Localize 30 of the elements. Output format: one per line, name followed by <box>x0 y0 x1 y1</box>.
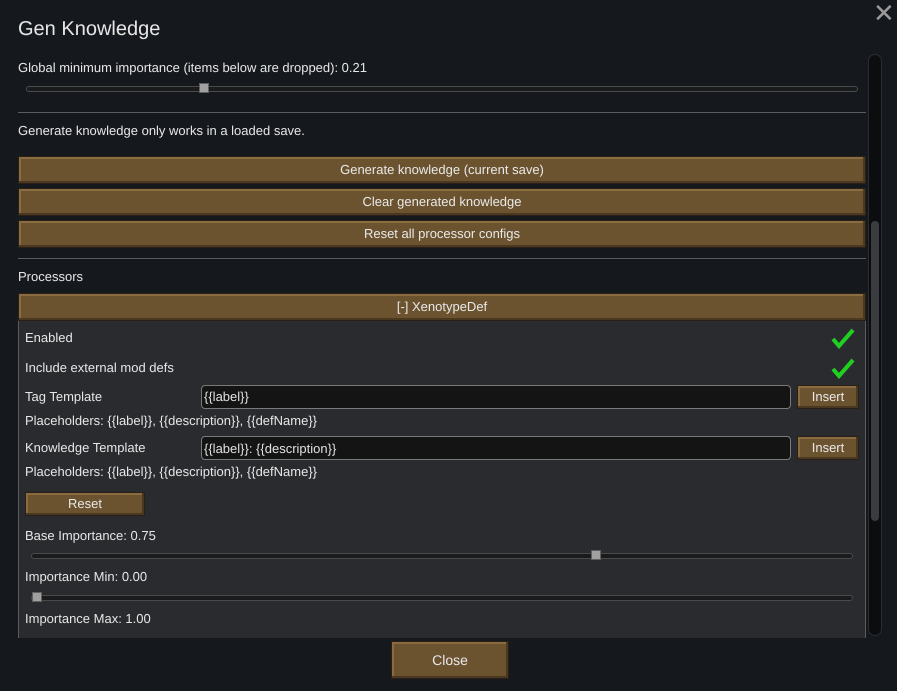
placeholder-hint: Placeholders: {{label}}, {{description}}, {{defName}} <box>25 463 318 481</box>
slider-label: Base Importance: 0.75 <box>25 526 157 545</box>
slider-label: Importance Min: 0.00 <box>25 568 148 586</box>
window-title: Gen Knowledge <box>18 17 160 42</box>
insert-button[interactable]: Insert <box>797 384 859 408</box>
placeholder-hint: Placeholders: {{label}}, {{description}}, {{defName}} <box>25 412 318 430</box>
slider-thumb[interactable] <box>32 592 42 602</box>
processor-header[interactable]: [-] XenotypeDef <box>18 292 866 320</box>
checkmark-icon[interactable] <box>831 356 855 378</box>
action-button[interactable]: Reset all processor configs <box>18 220 866 248</box>
template-field[interactable]: {{label}}: {{description}} <box>201 436 791 460</box>
action-button[interactable]: Generate knowledge (current save) <box>18 156 866 184</box>
reset-button[interactable]: Reset <box>25 492 145 516</box>
setting-label: Enabled <box>25 328 73 347</box>
scrollbar-thumb[interactable] <box>871 221 879 521</box>
slider-thumb[interactable] <box>199 82 210 92</box>
slider-label: Importance Max: 1.00 <box>25 610 152 628</box>
close-button[interactable]: Close <box>391 641 509 679</box>
section-heading: Processors <box>18 268 84 286</box>
insert-button[interactable]: Insert <box>797 436 859 460</box>
action-button[interactable]: Clear generated knowledge <box>18 188 866 216</box>
template-field[interactable]: {{label}} <box>201 384 791 408</box>
template-label: Knowledge Template <box>25 439 146 458</box>
setting-label: Include external mod defs <box>25 358 174 377</box>
info-text: Generate knowledge only works in a loaded save. <box>18 122 306 140</box>
checkmark-icon[interactable] <box>831 326 855 348</box>
slider-label: Global minimum importance (items below are dropped): 0.21 <box>18 59 368 77</box>
slider-thumb[interactable] <box>590 550 601 560</box>
template-label: Tag Template <box>25 388 104 406</box>
close-icon[interactable]: ✕ <box>873 0 895 33</box>
